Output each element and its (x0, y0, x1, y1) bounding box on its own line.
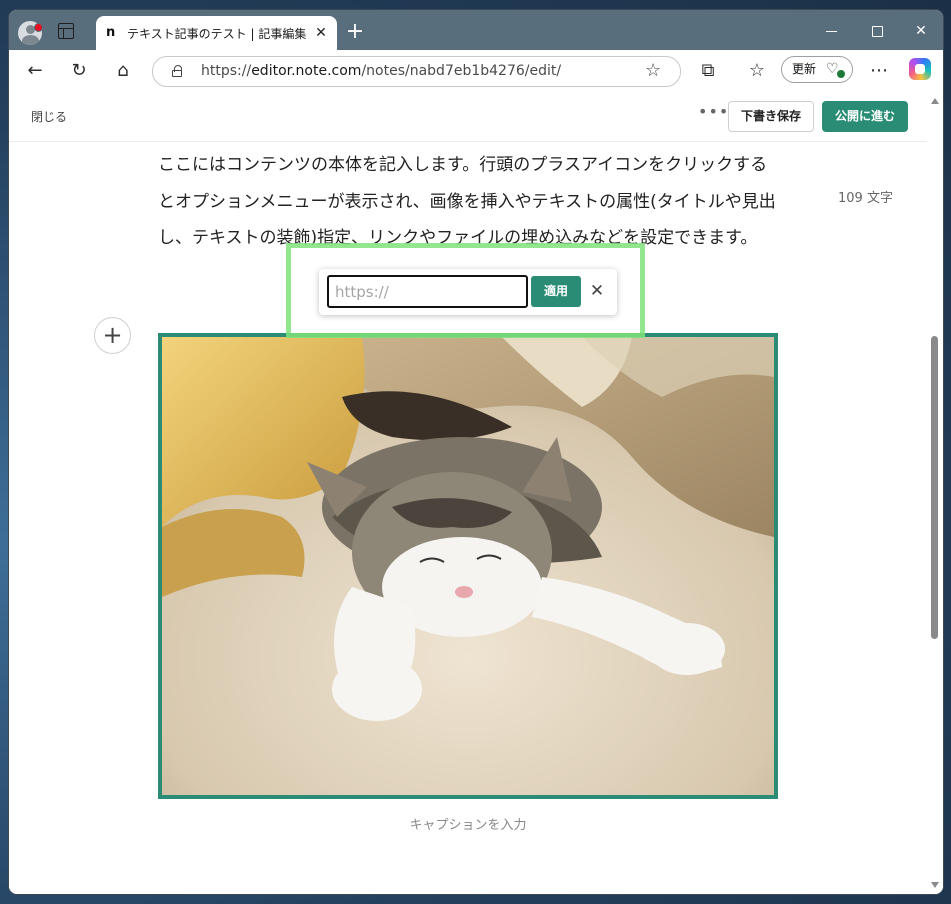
editor-header: 閉じる ••• 下書き保存 公開に進む (9, 91, 929, 142)
favorites-icon[interactable]: ☆ (744, 58, 770, 84)
browser-window: n テキスト記事のテスト | 記事編集 | note ✕ + ✕ ← ↻ ⌂ h… (9, 10, 943, 894)
tab-title: テキスト記事のテスト | 記事編集 | note (127, 27, 309, 41)
close-icon[interactable]: ✕ (312, 24, 330, 42)
cat-photo (162, 337, 774, 795)
new-tab-icon[interactable]: + (344, 21, 366, 44)
publish-button[interactable]: 公開に進む (822, 101, 908, 132)
page-scrollbar[interactable] (927, 91, 943, 894)
lock-icon[interactable] (172, 65, 182, 77)
update-badge (837, 70, 845, 78)
scrollbar-thumb[interactable] (931, 336, 938, 639)
refresh-icon[interactable]: ↻ (66, 58, 92, 84)
title-bar: n テキスト記事のテスト | 記事編集 | note ✕ + ✕ (9, 10, 943, 50)
note-favicon-icon: n (106, 25, 116, 40)
maximize-icon[interactable] (862, 20, 892, 42)
close-icon[interactable]: ✕ (587, 279, 607, 303)
back-icon[interactable]: ← (22, 58, 48, 84)
selected-image[interactable] (158, 333, 778, 799)
scroll-down-icon[interactable] (931, 882, 939, 888)
copilot-icon[interactable] (909, 58, 931, 80)
close-editor-link[interactable]: 閉じる (31, 109, 67, 125)
insert-menu-plus-icon[interactable]: + (94, 317, 131, 354)
update-label: 更新 (792, 62, 817, 76)
image-caption-input[interactable]: キャプションを入力 (158, 817, 778, 834)
more-icon[interactable]: ⋯ (866, 58, 892, 84)
close-window-icon[interactable]: ✕ (906, 20, 936, 42)
more-options-icon[interactable]: ••• (698, 103, 729, 121)
apply-link-button[interactable]: 適用 (531, 276, 581, 307)
browser-toolbar: ← ↻ ⌂ https://editor.note.com/notes/nabd… (9, 50, 943, 91)
extensions-icon[interactable]: ⧉ (695, 58, 721, 84)
link-url-input[interactable] (327, 275, 528, 308)
minimize-icon[interactable] (817, 20, 847, 42)
active-tab[interactable]: n テキスト記事のテスト | 記事編集 | note ✕ (96, 16, 337, 50)
article-body-text[interactable]: ここにはコンテンツの本体を記入します。行頭のプラスアイコンをクリックするとオプシ… (158, 147, 784, 257)
profile-notification-dot (34, 23, 43, 32)
tab-actions-icon[interactable] (58, 23, 74, 39)
address-bar[interactable]: https://editor.note.com/notes/nabd7eb1b4… (152, 56, 681, 87)
home-icon[interactable]: ⌂ (110, 58, 136, 84)
page-viewport: 閉じる ••• 下書き保存 公開に進む ここにはコンテンツの本体を記入します。行… (9, 91, 943, 894)
favorite-star-icon[interactable]: ☆ (645, 60, 661, 82)
update-button[interactable]: 更新 ♡ (781, 56, 853, 83)
url-text: https://editor.note.com/notes/nabd7eb1b4… (201, 63, 562, 79)
link-popover: 適用 ✕ (319, 269, 617, 315)
char-count: 109 文字 (838, 191, 893, 206)
scroll-up-icon[interactable] (931, 98, 939, 104)
save-draft-button[interactable]: 下書き保存 (728, 101, 814, 132)
